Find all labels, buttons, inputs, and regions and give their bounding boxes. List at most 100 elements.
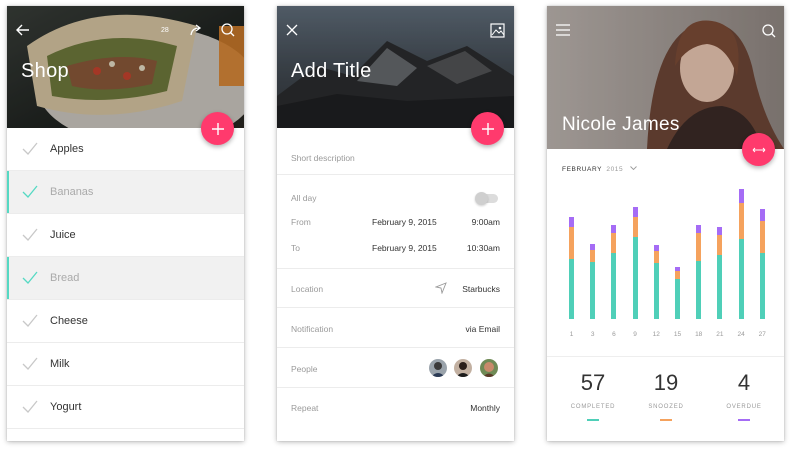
bar-overdue-24 bbox=[738, 189, 744, 203]
checkmark-icon[interactable] bbox=[21, 355, 39, 373]
to-date[interactable]: February 9, 2015 bbox=[372, 243, 437, 253]
x-tick-label: 15 bbox=[673, 331, 682, 338]
list-item-label: Milk bbox=[50, 358, 70, 370]
list-item[interactable]: Cheese bbox=[7, 300, 244, 343]
stat-color-indicator bbox=[738, 419, 750, 421]
list-item[interactable]: Apples bbox=[7, 128, 244, 171]
x-tick-label: 12 bbox=[652, 331, 660, 338]
bar-overdue-9 bbox=[632, 207, 638, 217]
profile-card: Nicole James FEBRUARY 2015 1 3 6 9 12 15 18 21 2… bbox=[547, 6, 784, 441]
list-item-label: Juice bbox=[50, 229, 76, 241]
item-count-badge: 28 bbox=[161, 27, 169, 34]
bar-overdue-21 bbox=[717, 227, 723, 235]
divider bbox=[277, 387, 514, 388]
navigation-arrow-icon bbox=[434, 282, 447, 296]
notification-label: Notification bbox=[291, 324, 334, 334]
checkmark-icon[interactable] bbox=[21, 269, 39, 287]
back-arrow-icon[interactable] bbox=[15, 22, 33, 40]
stat-color-indicator bbox=[660, 419, 672, 421]
bar-snoozed-12 bbox=[653, 251, 659, 263]
add-event-button[interactable] bbox=[471, 112, 504, 145]
bar-snoozed-1 bbox=[569, 227, 574, 259]
stat-value: 19 bbox=[653, 370, 679, 395]
repeat-label: Repeat bbox=[291, 403, 319, 413]
bar-completed-24 bbox=[738, 239, 744, 319]
list-item[interactable]: Bread bbox=[7, 257, 244, 300]
x-tick-label: 27 bbox=[758, 331, 766, 338]
bar-completed-9 bbox=[632, 237, 638, 319]
bar-snoozed-9 bbox=[632, 217, 638, 237]
event-title[interactable]: Add Title bbox=[291, 60, 372, 83]
bar-snoozed-3 bbox=[590, 250, 596, 262]
description-placeholder: Short description bbox=[291, 153, 355, 163]
event-card: Add Title Short description All day From… bbox=[277, 6, 514, 441]
avatar[interactable] bbox=[429, 359, 447, 377]
stat-label: OVERDUE bbox=[726, 404, 762, 410]
list-item-label: Apples bbox=[50, 143, 84, 155]
checkmark-icon[interactable] bbox=[21, 183, 39, 201]
checkmark-icon[interactable] bbox=[21, 398, 39, 416]
bar-snoozed-18 bbox=[696, 233, 702, 261]
x-tick-label: 18 bbox=[695, 331, 703, 338]
location-value[interactable]: Starbucks bbox=[462, 284, 500, 294]
list-item-label: Yogurt bbox=[50, 401, 82, 413]
x-tick-label: 9 bbox=[633, 331, 637, 338]
bar-snoozed-15 bbox=[675, 271, 680, 279]
notification-value[interactable]: via Email bbox=[466, 324, 500, 334]
bar-overdue-15 bbox=[675, 267, 680, 271]
stat-value: 4 bbox=[737, 370, 751, 395]
close-icon[interactable] bbox=[285, 23, 303, 41]
shopping-list: Apples Bananas Juice Bread Cheese Milk Yogurt bbox=[7, 128, 244, 429]
to-time[interactable]: 10:30am bbox=[467, 243, 500, 253]
bar-completed-15 bbox=[675, 279, 680, 319]
list-item[interactable]: Milk bbox=[7, 343, 244, 386]
divider bbox=[547, 356, 784, 357]
from-label: From bbox=[291, 217, 311, 227]
stat-color-indicator bbox=[587, 419, 599, 421]
share-icon[interactable] bbox=[188, 22, 206, 40]
from-date[interactable]: February 9, 2015 bbox=[372, 217, 437, 227]
divider bbox=[277, 174, 514, 175]
event-hero-image: Add Title bbox=[277, 6, 514, 128]
repeat-value[interactable]: Monthly bbox=[470, 403, 500, 413]
stat-value: 57 bbox=[580, 370, 606, 395]
x-tick-label: 3 bbox=[590, 331, 595, 338]
bar-overdue-18 bbox=[696, 225, 702, 233]
bar-completed-6 bbox=[611, 253, 617, 319]
x-tick-label: 6 bbox=[612, 331, 616, 338]
bar-overdue-12 bbox=[653, 245, 659, 251]
stats-bar-chart: 1 3 6 9 12 15 18 21 24 27 bbox=[547, 6, 784, 351]
shop-hero-image: 28 Shop bbox=[7, 6, 244, 128]
list-item[interactable]: Bananas bbox=[7, 171, 244, 214]
x-tick-label: 1 bbox=[569, 331, 574, 338]
all-day-toggle[interactable] bbox=[475, 192, 498, 205]
bar-overdue-1 bbox=[569, 217, 574, 227]
list-item[interactable]: Juice bbox=[7, 214, 244, 257]
search-icon[interactable] bbox=[220, 22, 238, 40]
bar-completed-3 bbox=[590, 262, 596, 319]
from-time[interactable]: 9:00am bbox=[472, 217, 500, 227]
people-label: People bbox=[291, 364, 318, 374]
checkmark-icon[interactable] bbox=[21, 140, 39, 158]
avatar[interactable] bbox=[454, 359, 472, 377]
checkmark-icon[interactable] bbox=[21, 312, 39, 330]
divider bbox=[277, 347, 514, 348]
bar-snoozed-21 bbox=[717, 235, 723, 255]
bar-snoozed-6 bbox=[611, 233, 617, 253]
bar-completed-27 bbox=[759, 253, 765, 319]
checkmark-icon[interactable] bbox=[21, 226, 39, 244]
x-tick-label: 21 bbox=[716, 331, 724, 338]
bar-completed-12 bbox=[653, 263, 659, 319]
bar-snoozed-24 bbox=[738, 203, 744, 239]
page-title: Shop bbox=[21, 60, 69, 82]
plus-icon bbox=[481, 122, 494, 135]
bar-overdue-27 bbox=[759, 209, 765, 221]
bar-completed-18 bbox=[696, 261, 702, 319]
list-item[interactable]: Yogurt bbox=[7, 386, 244, 429]
shop-card: 28 Shop Apples Bananas Juice Bread Cheese Mil… bbox=[7, 6, 244, 441]
stat-label: SNOOZED bbox=[648, 404, 684, 410]
avatar[interactable] bbox=[480, 359, 498, 377]
bar-overdue-3 bbox=[590, 244, 596, 250]
image-icon[interactable] bbox=[490, 23, 508, 41]
divider bbox=[277, 268, 514, 269]
